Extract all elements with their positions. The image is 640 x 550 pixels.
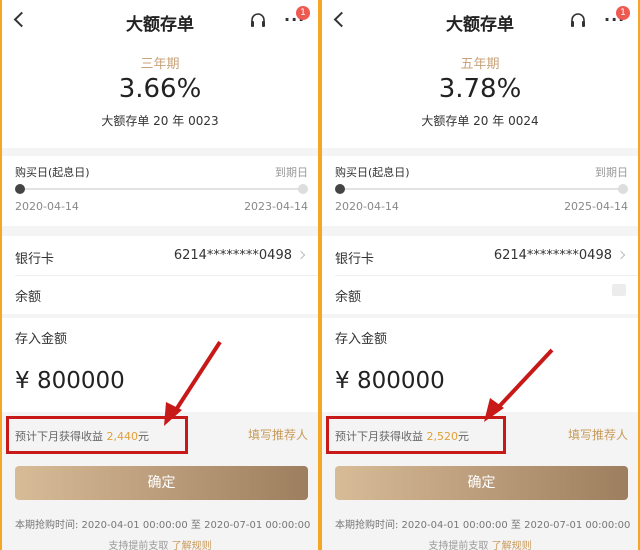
bank-card-label: 银行卡: [15, 252, 55, 267]
divider: [15, 275, 318, 276]
term-label: 五年期: [460, 57, 500, 72]
currency-symbol: ¥: [335, 368, 350, 394]
bank-card-label: 银行卡: [335, 252, 375, 267]
account-section: 银行卡 6214********0498 余额: [2, 236, 318, 314]
purchase-period: 本期抢购时间: 2020-04-01 00:00:00 至 2020-07-01…: [15, 520, 311, 531]
maturity-date: 2025-04-14: [564, 200, 628, 213]
bank-card-number[interactable]: 6214********0498: [174, 248, 292, 263]
timeline-end-dot: [618, 184, 628, 194]
currency-symbol: ¥: [15, 368, 30, 394]
headset-icon[interactable]: [250, 12, 266, 30]
screen-three-year: 大额存单 ··· 1 三年期 3.66% 大额存单 20 年 0023 购买日(…: [2, 0, 318, 550]
deposit-amount-label: 存入金额: [335, 332, 388, 347]
rules-link[interactable]: 了解规则: [172, 541, 212, 550]
screen-five-year: 大额存单 ··· 1 五年期 3.78% 大额存单 20 年 0024 购买日(…: [322, 0, 638, 550]
header: 大额存单 ··· 1: [2, 0, 318, 42]
timeline: 购买日(起息日) 到期日 2020-04-14 2025-04-14: [322, 156, 638, 226]
timeline-line: [340, 188, 624, 190]
notification-badge: 1: [616, 6, 630, 20]
headset-icon[interactable]: [570, 12, 586, 30]
confirm-button[interactable]: 确定: [335, 466, 628, 500]
deposit-amount-value: 800000: [356, 368, 445, 394]
timeline-end-dot: [298, 184, 308, 194]
timeline-line: [20, 188, 304, 190]
interest-rate: 3.78%: [438, 74, 522, 104]
product-name: 大额存单 20 年 0023: [101, 114, 219, 128]
rules-link[interactable]: 了解规则: [492, 541, 532, 550]
deposit-amount-input[interactable]: ¥ 800000: [15, 368, 125, 394]
page-title: 大额存单: [446, 15, 514, 35]
account-section: 银行卡 6214********0498 余额: [322, 236, 638, 314]
annotation-box: [6, 416, 188, 454]
footer-note: 支持提前支取 了解规则: [322, 537, 638, 550]
timeline-start-dot: [335, 184, 345, 194]
bank-card-number[interactable]: 6214********0498: [494, 248, 612, 263]
header: 大额存单 ··· 1: [322, 0, 638, 42]
referrer-link[interactable]: 填写推荐人: [248, 426, 308, 443]
chevron-right-icon[interactable]: [616, 250, 626, 260]
deposit-amount-section: 存入金额 ¥ 800000: [322, 318, 638, 412]
balance-label: 余额: [335, 290, 362, 305]
deposit-amount-value: 800000: [36, 368, 125, 394]
early-withdrawal-text: 支持提前支取: [428, 541, 489, 550]
rate-card: 三年期 3.66% 大额存单 20 年 0023: [2, 42, 318, 148]
maturity-date-label: 到期日: [595, 166, 628, 179]
referrer-link[interactable]: 填写推荐人: [568, 426, 628, 443]
maturity-date-label: 到期日: [275, 166, 308, 179]
maturity-date: 2023-04-14: [244, 200, 308, 213]
annotation-box: [326, 416, 506, 454]
notification-badge: 1: [296, 6, 310, 20]
rate-card: 五年期 3.78% 大额存单 20 年 0024: [322, 42, 638, 148]
balance-label: 余额: [15, 290, 42, 305]
purchase-date-label: 购买日(起息日): [335, 166, 410, 179]
eye-icon[interactable]: [612, 284, 626, 296]
product-name: 大额存单 20 年 0024: [421, 114, 539, 128]
deposit-amount-input[interactable]: ¥ 800000: [335, 368, 445, 394]
page-title: 大额存单: [126, 15, 194, 35]
divider: [335, 275, 638, 276]
early-withdrawal-text: 支持提前支取: [108, 541, 169, 550]
confirm-button[interactable]: 确定: [15, 466, 308, 500]
purchase-date: 2020-04-14: [15, 200, 79, 213]
purchase-date-label: 购买日(起息日): [15, 166, 90, 179]
purchase-period: 本期抢购时间: 2020-04-01 00:00:00 至 2020-07-01…: [335, 520, 631, 531]
deposit-amount-section: 存入金额 ¥ 800000: [2, 318, 318, 412]
footer-note: 支持提前支取 了解规则: [2, 537, 318, 550]
purchase-date: 2020-04-14: [335, 200, 399, 213]
chevron-right-icon[interactable]: [296, 250, 306, 260]
timeline-start-dot: [15, 184, 25, 194]
timeline: 购买日(起息日) 到期日 2020-04-14 2023-04-14: [2, 156, 318, 226]
deposit-amount-label: 存入金额: [15, 332, 68, 347]
term-label: 三年期: [140, 57, 180, 72]
interest-rate: 3.66%: [118, 74, 202, 104]
